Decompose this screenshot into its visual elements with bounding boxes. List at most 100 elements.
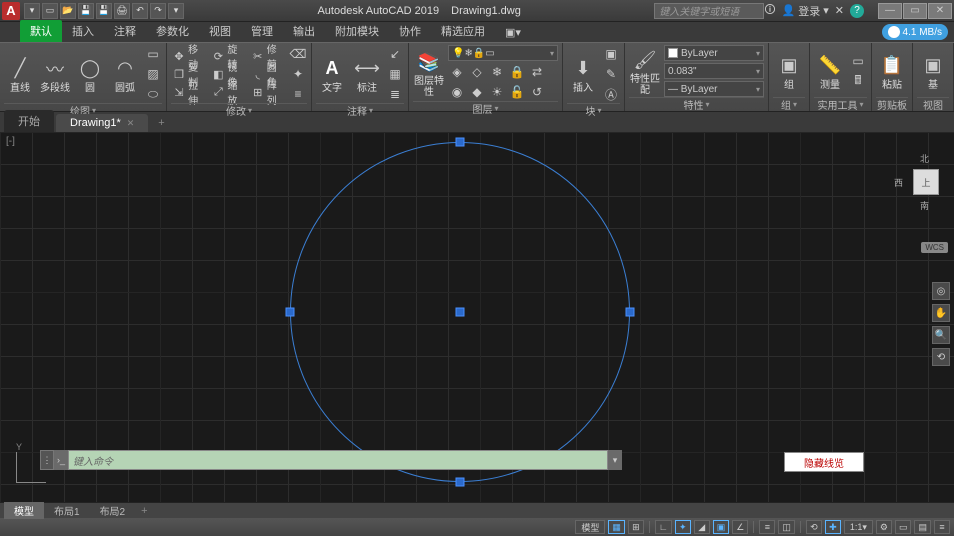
measure-button[interactable]: 📏测量 — [814, 52, 846, 91]
status-gear-icon[interactable]: ⚙ — [876, 520, 892, 534]
nav-orbit-icon[interactable]: ⟲ — [932, 348, 950, 366]
match-props-button[interactable]: 🖌特性匹配 — [629, 46, 661, 96]
layer-iso-icon[interactable]: ◈ — [448, 63, 466, 81]
group-button[interactable]: ▣组 — [773, 52, 805, 91]
scale-button[interactable]: ⤢缩放 — [210, 84, 246, 100]
layer-lock-icon[interactable]: 🔒 — [508, 63, 526, 81]
layer-on-icon[interactable]: ◆ — [468, 83, 486, 101]
grip-west[interactable] — [286, 308, 295, 317]
nav-pan-icon[interactable]: ✋ — [932, 304, 950, 322]
tab-layout2[interactable]: 布局2 — [90, 502, 136, 519]
qat-more-icon[interactable]: ▾ — [168, 3, 184, 19]
cmd-drag-handle[interactable]: ⋮ — [40, 450, 54, 470]
cmd-history-icon[interactable]: ›_ — [54, 450, 68, 470]
tab-annotate[interactable]: 注释 — [104, 20, 146, 42]
panel-layers-label[interactable]: 图层 — [413, 101, 558, 115]
status-osnap-icon[interactable]: ▣ — [713, 520, 730, 534]
drawing-canvas[interactable]: [-] Y 北 西 上 南 WCS ◎ ✋ 🔍 ⟲ ⋮ ›_ 键入命令 ▾ 隐藏… — [0, 132, 954, 502]
app-logo-icon[interactable]: A — [2, 2, 20, 20]
layer-props-button[interactable]: 📚图层特性 — [413, 48, 445, 98]
status-ortho-icon[interactable]: ∟ — [655, 520, 672, 534]
tab-collab[interactable]: 协作 — [389, 20, 431, 42]
panel-util-label[interactable]: 实用工具 — [814, 97, 867, 111]
tab-addins[interactable]: 附加模块 — [325, 20, 389, 42]
linetype-select[interactable]: — ByLayer — [664, 81, 764, 97]
status-trans-icon[interactable]: ◫ — [778, 520, 795, 534]
panel-block-label[interactable]: 块 — [567, 103, 620, 117]
tab-output[interactable]: 输出 — [283, 20, 325, 42]
layer-freeze-icon[interactable]: ❄ — [488, 63, 506, 81]
polyline-button[interactable]: 〰多段线 — [39, 55, 71, 94]
panel-annot-label[interactable]: 注释 — [316, 103, 404, 117]
plot-icon[interactable]: 🖨 — [114, 3, 130, 19]
edit-block-icon[interactable]: ✎ — [602, 65, 620, 83]
text-button[interactable]: A文字 — [316, 55, 348, 94]
circle-button[interactable]: ◯圆 — [74, 55, 106, 94]
calc-icon[interactable]: 🖩 — [849, 72, 867, 90]
close-tab-icon[interactable]: ✕ — [127, 118, 135, 128]
add-layout-button[interactable]: + — [135, 504, 153, 518]
status-anno-icon[interactable]: ✚ — [825, 520, 841, 534]
status-scale[interactable]: 1:1▾ — [844, 520, 873, 534]
tab-featured[interactable]: 精选应用 — [431, 20, 495, 42]
tab-start[interactable]: 开始 — [4, 110, 54, 132]
menu-dropdown-icon[interactable]: ▾ — [24, 3, 40, 19]
tab-default[interactable]: 默认 — [20, 20, 62, 42]
layer-uniso-icon[interactable]: ◉ — [448, 83, 466, 101]
panel-group-label[interactable]: 组 — [773, 97, 805, 111]
layer-off-icon[interactable]: ◇ — [468, 63, 486, 81]
status-monitor-icon[interactable]: ▭ — [895, 520, 912, 534]
dimension-button[interactable]: ⟷标注 — [351, 55, 383, 94]
saveas-icon[interactable]: 💾 — [96, 3, 112, 19]
status-custom-icon[interactable]: ≡ — [934, 520, 950, 534]
exchange-icon[interactable]: ✕ — [835, 4, 844, 17]
line-hide-widget[interactable]: 隐藏线览 — [784, 452, 864, 472]
tab-parametric[interactable]: 参数化 — [146, 20, 199, 42]
layer-match-icon[interactable]: ⇄ — [528, 63, 546, 81]
leader-icon[interactable]: ↙ — [386, 45, 404, 63]
status-lwt-icon[interactable]: ≡ — [759, 520, 775, 534]
mtext-icon[interactable]: ≣ — [386, 85, 404, 103]
speed-badge[interactable]: 4.1 MB/s — [882, 24, 948, 40]
grip-center[interactable] — [456, 308, 465, 317]
open-icon[interactable]: 📂 — [60, 3, 76, 19]
grip-north[interactable] — [456, 138, 465, 147]
status-polar-icon[interactable]: ✦ — [675, 520, 691, 534]
viewcube-top[interactable]: 上 — [913, 169, 939, 195]
grip-south[interactable] — [456, 478, 465, 487]
paste-button[interactable]: 📋粘贴 — [876, 52, 908, 91]
status-otrack-icon[interactable]: ∠ — [732, 520, 748, 534]
offset-icon[interactable]: ≡ — [289, 85, 307, 103]
undo-icon[interactable]: ↶ — [132, 3, 148, 19]
layer-prev-icon[interactable]: ↺ — [528, 83, 546, 101]
status-clean-icon[interactable]: ▤ — [914, 520, 931, 534]
line-button[interactable]: ╱直线 — [4, 55, 36, 94]
lineweight-select[interactable]: 0.083" — [664, 63, 764, 79]
wcs-badge[interactable]: WCS — [921, 242, 948, 253]
nav-zoom-icon[interactable]: 🔍 — [932, 326, 950, 344]
help-icon[interactable]: ? — [850, 4, 864, 18]
panel-view-label[interactable]: 视图 — [917, 97, 949, 111]
status-model[interactable]: 模型 — [575, 520, 605, 534]
create-block-icon[interactable]: ▣ — [602, 45, 620, 63]
new-icon[interactable]: ▭ — [42, 3, 58, 19]
panel-props-label[interactable]: 特性 — [629, 97, 764, 111]
command-input[interactable]: 键入命令 — [68, 450, 608, 470]
attr-block-icon[interactable]: Ⓐ — [602, 85, 620, 103]
table-icon[interactable]: ▦ — [386, 65, 404, 83]
viewport-controls[interactable]: [-] — [6, 136, 15, 147]
ellipse-icon[interactable]: ⬭ — [144, 85, 162, 103]
info-icon[interactable]: 🛈 — [764, 1, 775, 20]
array-button[interactable]: ⊞阵列 — [250, 84, 286, 100]
tab-model[interactable]: 模型 — [4, 502, 44, 519]
close-button[interactable]: ✕ — [928, 3, 952, 19]
rectangle-icon[interactable]: ▭ — [144, 45, 162, 63]
layer-select[interactable]: 💡❄🔒▭ — [448, 45, 558, 61]
base-view-button[interactable]: ▣基 — [917, 52, 949, 91]
arc-button[interactable]: ◠圆弧 — [109, 55, 141, 94]
help-search-input[interactable]: 键入关键字或短语 — [654, 3, 764, 19]
hatch-icon[interactable]: ▨ — [144, 65, 162, 83]
nav-wheel-icon[interactable]: ◎ — [932, 282, 950, 300]
tab-manage[interactable]: 管理 — [241, 20, 283, 42]
viewcube-s[interactable]: 南 — [920, 199, 929, 212]
